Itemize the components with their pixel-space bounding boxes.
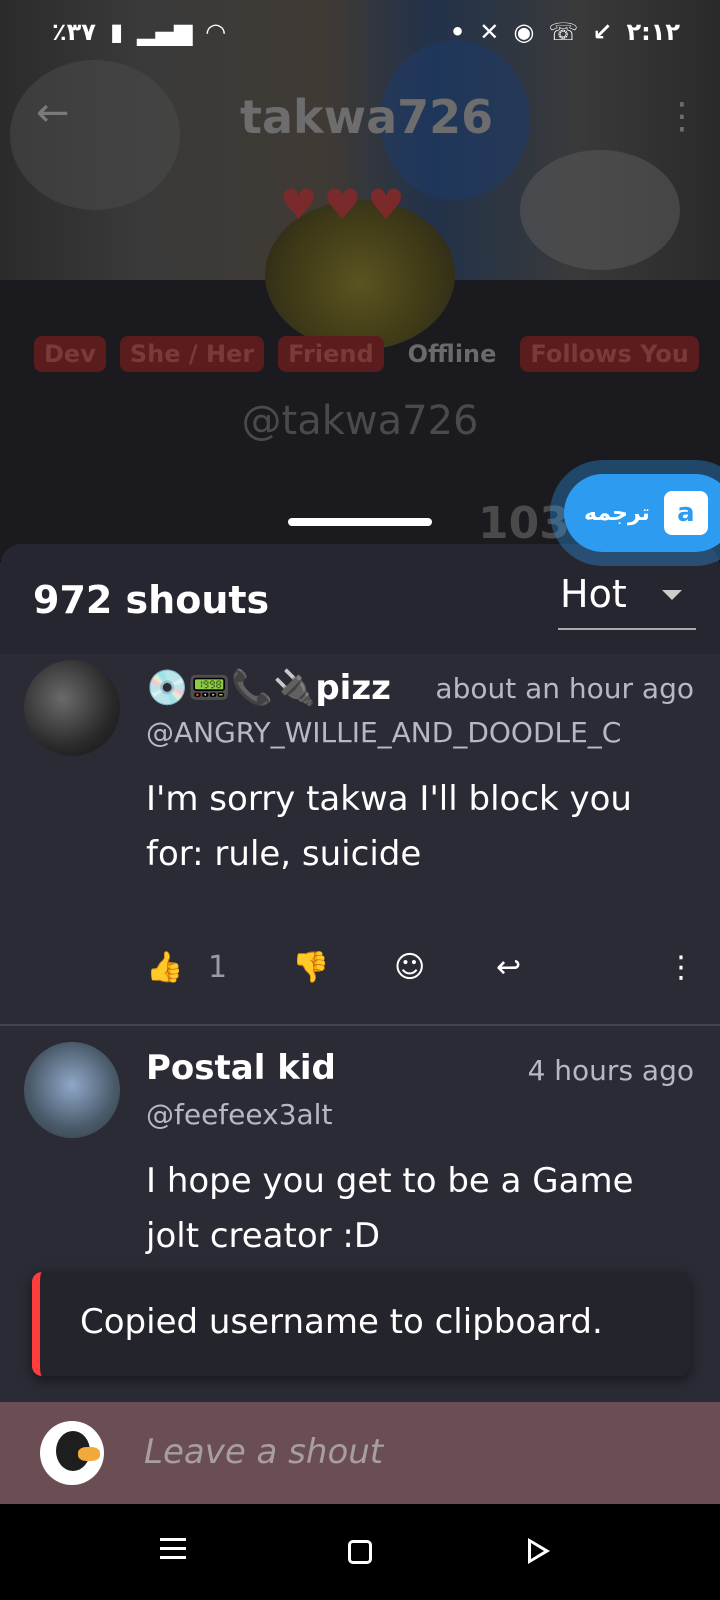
reply-icon[interactable]: ↩ — [496, 950, 521, 985]
tag-offline: Offline — [407, 340, 497, 368]
more-options-icon[interactable]: ⋮ — [666, 950, 696, 985]
system-nav-bar — [0, 1504, 720, 1600]
toast-notification: Copied username to clipboard. — [32, 1272, 690, 1376]
sort-selected: Hot — [560, 572, 627, 616]
heart-icons: ♥♥♥ — [280, 180, 411, 229]
app-icon: ◉ — [513, 18, 535, 46]
shout-username[interactable]: @ANGRY_WILLIE_AND_DOODLE_C — [146, 716, 686, 749]
tag-dev: Dev — [34, 336, 106, 372]
translate-label: ترجمه — [584, 500, 650, 526]
signal-icon: ▂▄▆ — [137, 18, 193, 46]
shout-composer — [0, 1402, 720, 1504]
status-bar: ٪۳۷ ▮ ▂▄▆ ◠ • ✕ ◉ ☏ ↙ ۲:۱۲ — [0, 0, 720, 64]
capcut-icon: ✕ — [479, 18, 500, 46]
home-icon[interactable] — [348, 1540, 372, 1564]
sort-dropdown[interactable]: Hot — [558, 566, 696, 630]
profile-handle: @takwa726 — [241, 398, 479, 444]
my-avatar[interactable] — [40, 1421, 104, 1485]
shout-author-name[interactable]: 💿📟📞🔌pizz — [146, 668, 396, 708]
shout-username[interactable]: @feefeex3alt — [146, 1098, 686, 1131]
tag-friend: Friend — [278, 336, 384, 372]
profile-name: takwa726 — [240, 90, 494, 144]
battery-icon: ▮ — [109, 18, 124, 46]
back-icon[interactable] — [528, 1538, 550, 1564]
notification-dot-icon: • — [449, 18, 466, 46]
profile-tags: Dev She / Her Friend Offline Follows You — [34, 336, 699, 372]
battery-percent: ٪۳۷ — [52, 18, 96, 46]
back-arrow-icon[interactable]: ← — [36, 90, 70, 136]
divider — [0, 1024, 720, 1026]
sheet-drag-handle[interactable] — [288, 518, 432, 526]
recents-icon[interactable] — [160, 1532, 200, 1572]
shout-item: 💿📟📞🔌pizz about an hour ago @ANGRY_WILLIE… — [0, 660, 720, 1016]
shout-input[interactable] — [144, 1424, 684, 1480]
shout-message: I'm sorry takwa I'll block you for: rule… — [146, 779, 632, 874]
avatar[interactable] — [24, 1042, 120, 1138]
translate-button[interactable]: ترجمه a — [564, 474, 720, 552]
shout-message: I hope you get to be a Game jolt creator… — [146, 1161, 634, 1256]
arrow-icon: ↙ — [592, 18, 613, 46]
add-reaction-icon[interactable]: ☺ — [394, 950, 425, 985]
toast-text: Copied username to clipboard. — [80, 1302, 603, 1342]
avatar[interactable] — [24, 660, 120, 756]
like-count: 1 — [208, 950, 228, 985]
translate-icon: a — [663, 491, 708, 535]
shout-time: about an hour ago — [435, 672, 694, 705]
caret-down-icon — [662, 590, 682, 600]
tag-follows-you: Follows You — [520, 336, 699, 372]
thumbs-down-icon[interactable]: 👎 — [292, 950, 329, 985]
whatsapp-icon: ☏ — [548, 18, 579, 46]
thumbs-up-icon[interactable]: 👍 — [146, 950, 183, 985]
shout-author-name[interactable]: Postal kid — [146, 1048, 466, 1088]
tag-pronouns: She / Her — [119, 336, 265, 372]
clock: ۲:۱۲ — [626, 18, 680, 46]
shout-count: 972 shouts — [33, 578, 270, 622]
wifi-icon: ◠ — [206, 18, 226, 46]
more-menu-icon[interactable]: ⋮ — [664, 96, 700, 137]
shout-actions: 👍 1 👎 ☺ ↩ ⋮ — [146, 950, 696, 1000]
shout-time: 4 hours ago — [527, 1054, 694, 1087]
shouts-header: 972 shouts Hot — [0, 544, 720, 654]
